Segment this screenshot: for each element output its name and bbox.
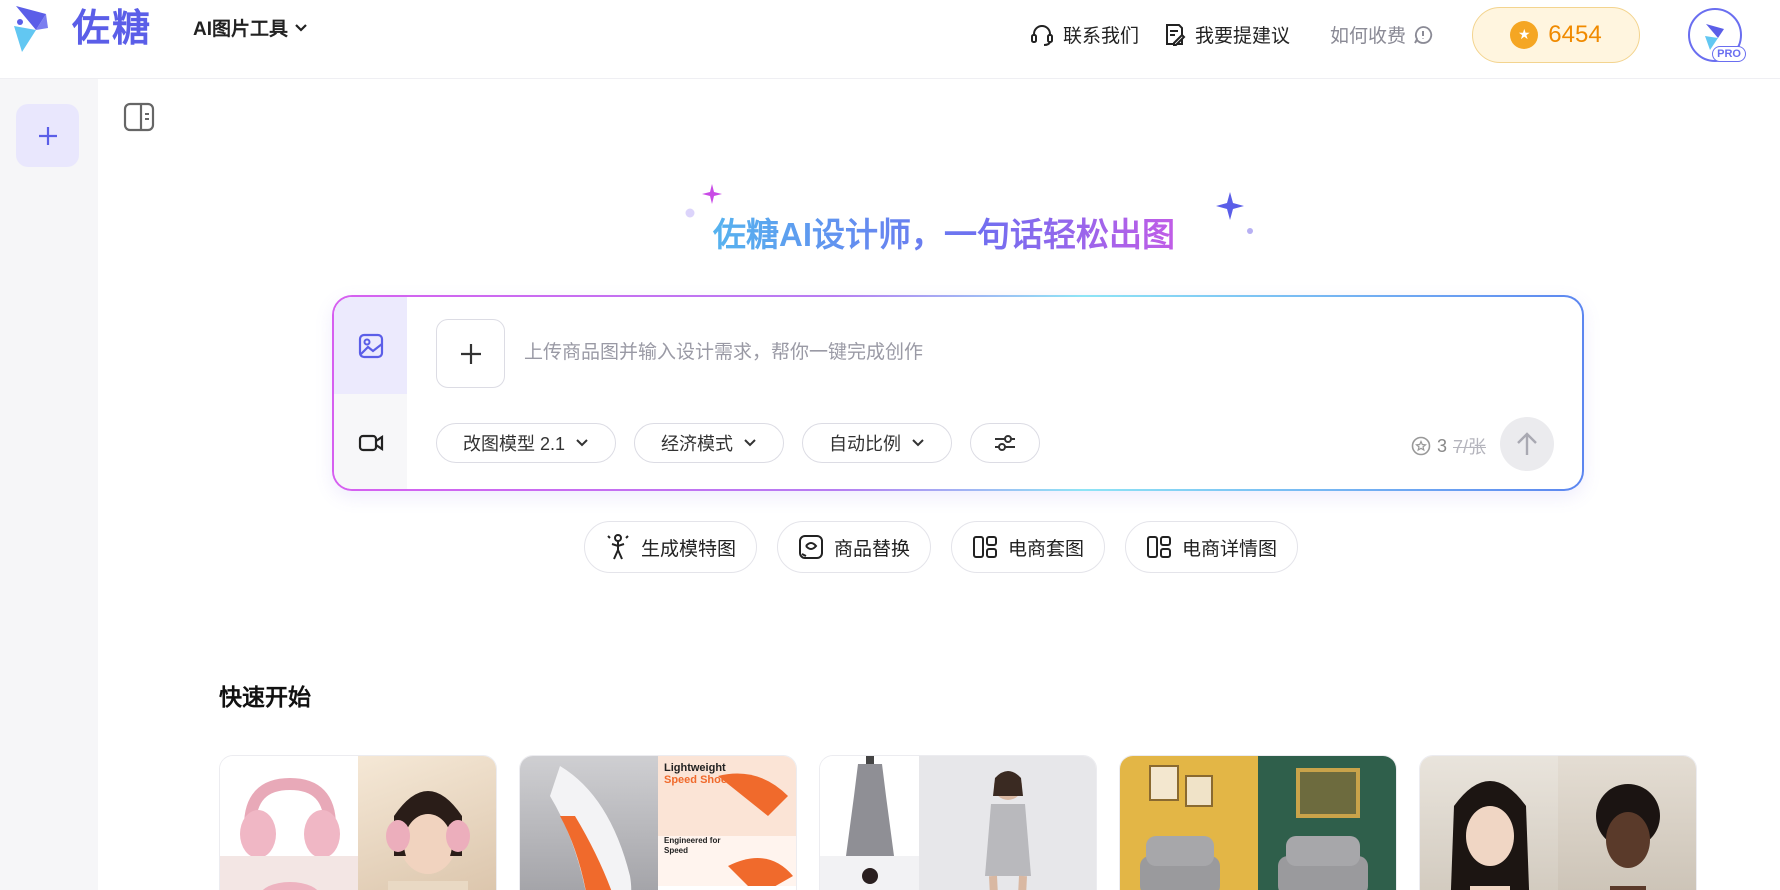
headphones-model-image (358, 756, 496, 890)
armchair-green-room-image (1258, 756, 1396, 890)
sidebar-panel-icon (123, 102, 155, 132)
dress-product-image (820, 756, 920, 890)
coin-balance: 6454 (1548, 20, 1602, 48)
mode-select-label: 经济模式 (661, 434, 734, 454)
portrait-model-a-image (1420, 756, 1558, 890)
headphones-product-image (220, 756, 359, 890)
model-select-label: 改图模型 2.1 (463, 434, 566, 454)
generate-model-button[interactable]: 生成模特图 (584, 521, 758, 573)
image-icon (358, 333, 383, 358)
shoe-poster-title: Lightweight (664, 762, 726, 774)
chevron-down-icon (295, 23, 307, 32)
shoe-poster-image: Lightweight Speed Shoes Engineered for S… (658, 756, 796, 890)
top-bar: 佐糖 AI图片工具 联系我们 我要提建议 如何收费 ★ 6454 PRO (0, 0, 1780, 79)
mode-switcher (334, 297, 407, 489)
settings-button[interactable] (970, 423, 1041, 463)
hero-title-wrap: 佐糖AI设计师，一句话轻松出图 (713, 208, 1193, 254)
plus-icon (460, 343, 481, 364)
headset-icon (1030, 24, 1053, 46)
quick-start-cards: Lightweight Speed Shoes Engineered for S… (219, 755, 1719, 890)
credit-star-icon (1411, 436, 1431, 456)
brand-name: 佐糖 (72, 8, 153, 50)
prompt-inner: 改图模型 2.1 经济模式 自动比例 3 7/张 (334, 297, 1582, 489)
product-swap-button[interactable]: 商品替换 (777, 521, 932, 573)
mode-select[interactable]: 经济模式 (634, 423, 785, 463)
prompt-input[interactable] (524, 335, 1424, 371)
feedback-link[interactable]: 我要提建议 (1161, 21, 1290, 48)
portrait-model-b-image (1558, 756, 1696, 890)
prompt-box: 改图模型 2.1 经济模式 自动比例 3 7/张 (332, 295, 1584, 491)
send-button[interactable] (1500, 417, 1554, 471)
chat-info-icon (1414, 25, 1433, 44)
shoe-poster-subtitle: Speed Shoes (664, 774, 734, 786)
template-card-dress[interactable] (819, 755, 1097, 890)
quick-tools: 生成模特图 商品替换 电商套图 电商详情图 (584, 521, 1318, 573)
shoe-poster-tag: Engineered for Speed (664, 836, 721, 855)
credit-cost: 3 7/张 (1411, 433, 1486, 459)
video-camera-icon (358, 434, 383, 451)
contact-us-link[interactable]: 联系我们 (1029, 21, 1139, 48)
dress-model-image (919, 756, 1096, 890)
plus-icon (38, 126, 57, 145)
ai-image-tools-menu[interactable]: AI图片工具 (193, 14, 308, 41)
feedback-label: 我要提建议 (1194, 26, 1290, 47)
header-actions: 联系我们 我要提建议 如何收费 ★ 6454 PRO (1029, 6, 1780, 63)
panel-toggle-button[interactable] (123, 102, 155, 137)
user-avatar[interactable]: PRO (1688, 7, 1746, 62)
upload-image-button[interactable] (436, 319, 505, 388)
template-card-shoes[interactable]: Lightweight Speed Shoes Engineered for S… (519, 755, 797, 890)
ratio-select[interactable]: 自动比例 (802, 423, 953, 463)
arrow-up-icon (1517, 432, 1537, 455)
ecommerce-set-label: 电商套图 (1008, 538, 1085, 560)
ratio-select-label: 自动比例 (829, 434, 902, 454)
chevron-down-icon (912, 439, 924, 447)
quick-start-title: 快速开始 (219, 684, 311, 710)
ecommerce-detail-label: 电商详情图 (1182, 538, 1278, 560)
sliders-icon (995, 435, 1016, 451)
shoe-product-image (520, 756, 658, 890)
template-card-headphones[interactable] (219, 755, 497, 890)
prompt-options: 改图模型 2.1 经济模式 自动比例 (436, 423, 1058, 463)
pro-badge: PRO (1712, 45, 1746, 62)
video-mode-tab[interactable] (334, 394, 407, 489)
armchair-yellow-room-image (1120, 756, 1258, 890)
credit-cost-original: 7/张 (1452, 437, 1486, 457)
grid-layout-icon (973, 536, 998, 558)
pricing-link[interactable]: 如何收费 (1330, 21, 1434, 48)
image-mode-tab[interactable] (334, 297, 407, 394)
template-card-portrait[interactable] (1419, 755, 1697, 890)
credit-cost-current: 3 (1436, 435, 1447, 456)
generate-model-label: 生成模特图 (641, 538, 737, 560)
product-swap-icon (799, 535, 824, 559)
coin-balance-button[interactable]: ★ 6454 (1472, 6, 1640, 63)
ai-image-tools-label: AI图片工具 (193, 19, 289, 40)
chevron-down-icon (744, 439, 756, 447)
ecommerce-detail-button[interactable]: 电商详情图 (1125, 521, 1299, 573)
coin-icon: ★ (1510, 20, 1539, 49)
product-swap-label: 商品替换 (834, 538, 911, 560)
new-project-button[interactable] (16, 104, 79, 167)
edit-note-icon (1165, 23, 1186, 46)
chevron-down-icon (576, 439, 588, 447)
contact-us-label: 联系我们 (1062, 26, 1139, 47)
model-select[interactable]: 改图模型 2.1 (436, 423, 617, 463)
zuotang-logo-icon (14, 6, 48, 52)
template-card-armchair[interactable] (1119, 755, 1397, 890)
logo[interactable]: 佐糖 (8, 0, 152, 58)
grid-layout-icon (1147, 536, 1172, 558)
sidebar (0, 79, 98, 890)
hero-title: 佐糖AI设计师，一句话轻松出图 (713, 208, 1193, 256)
pricing-label: 如何收费 (1329, 26, 1406, 47)
ecommerce-set-button[interactable]: 电商套图 (951, 521, 1106, 573)
model-pose-icon (607, 534, 629, 560)
